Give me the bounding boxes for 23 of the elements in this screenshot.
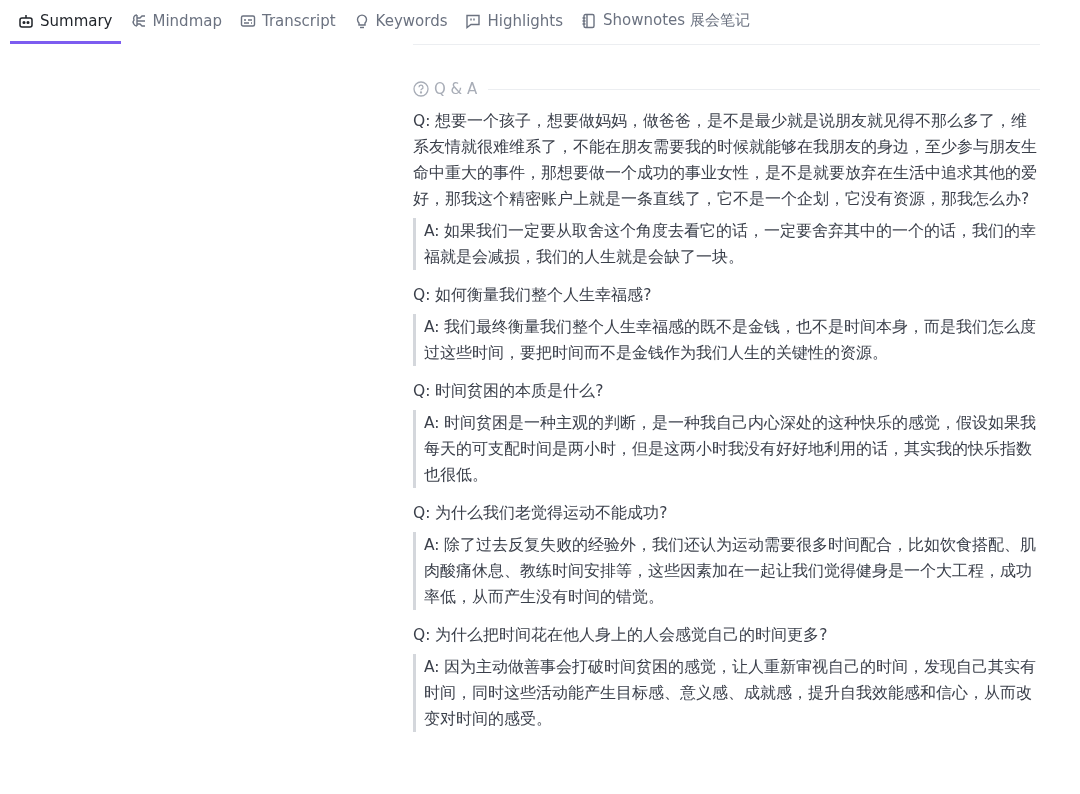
question-text: Q: 为什么我们老觉得运动不能成功?	[413, 503, 669, 524]
section-title: Q & A	[434, 80, 478, 98]
answer-quote: A: 如果我们一定要从取舍这个角度去看它的话，一定要舍弃其中的一个的话，我们的幸福就是会减损，我们的人生就是会缺了一块。	[413, 218, 1040, 270]
notebook-icon	[581, 12, 598, 29]
tab[interactable]: Mindmap	[122, 0, 230, 44]
subtitles-icon	[239, 12, 256, 29]
answer-quote: A: 因为主动做善事会打破时间贫困的感觉，让人重新审视自己的时间，发现自己其实有时间，同时这些活动能产生目标感、意义感、成就感，提升自我效能感和信心，从而改变对时间的感受。	[413, 654, 1040, 732]
answer-quote: A: 时间贫困是一种主观的判断，是一种我自己内心深处的这种快乐的感觉，假设如果我每天的可支配时间是两小时，但是这两小时我没有好好地利用的话，其实我的快乐指数也很低。	[413, 410, 1040, 488]
question-text: Q: 如何衡量我们整个人生幸福感?	[413, 285, 653, 306]
question-text: Q: 为什么把时间花在他人身上的人会感觉自己的时间更多?	[413, 625, 829, 646]
tab[interactable]: Shownotes 展会笔记	[573, 0, 758, 44]
question-text: Q: 时间贫困的本质是什么?	[413, 381, 605, 402]
answer-quote: A: 我们最终衡量我们整个人生幸福感的既不是金钱，也不是时间本身，而是我们怎么度过这些时间，要把时间而不是金钱作为我们人生的关键性的资源。	[413, 314, 1040, 366]
question-text: Q: 想要一个孩子，想要做妈妈，做爸爸，是不是最少就是说朋友就见得不那么多了，维系友情就很难维系了，不能在朋友需要我的时候就能够在我朋友的身边，至少参与朋友生命中重大的事件，那想要做一个成功的事业女性，是不是就要放弃在生活中追求其他的爱好，那我这个精密账户上就是一条直线了，它不是一个企划，它没有资源，那我怎么办?	[413, 111, 1038, 210]
mindmap-icon	[130, 12, 147, 29]
quote-message-icon	[465, 12, 482, 29]
question-circle-icon	[413, 81, 429, 97]
robot-icon	[18, 12, 34, 29]
tab[interactable]: Keywords	[345, 0, 456, 44]
tab[interactable]: Highlights	[457, 0, 572, 44]
tab[interactable]: Transcript	[231, 0, 344, 44]
answer-quote: A: 除了过去反复失败的经验外，我们还认为运动需要很多时间配合，比如饮食搭配、肌肉酸痛休息、教练时间安排等，这些因素加在一起让我们觉得健身是一个大工程，成功率低，从而产生没有时间的错觉。	[413, 532, 1040, 610]
tab[interactable]: Summary	[10, 0, 121, 44]
